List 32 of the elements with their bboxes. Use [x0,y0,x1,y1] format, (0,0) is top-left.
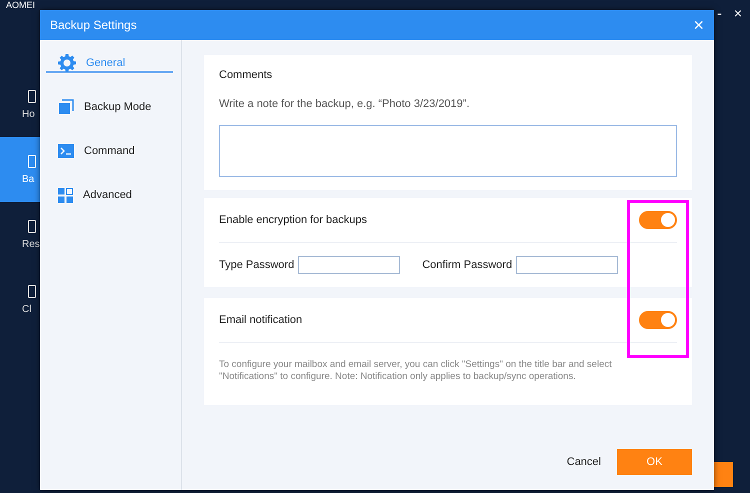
email-label: Email notification [219,314,302,326]
password-label: Confirm Password [422,259,512,271]
button-fragment[interactable] [714,462,733,487]
grid-icon [58,188,73,202]
cancel-button[interactable]: Cancel [564,450,603,474]
toggle-switch[interactable] [639,211,677,229]
settings-tab[interactable]: Advanced [46,187,173,205]
comments-hint: Write a note for the backup, e.g. “Photo 3/23/2019”. [219,98,471,110]
settings-tab[interactable]: Backup Mode [46,99,173,117]
nav-icon [28,220,36,232]
comment-field[interactable] [219,125,677,177]
app-nav-item[interactable]: Res [0,202,40,267]
comments-heading: Comments [219,69,274,81]
encryption-label: Enable encryption for backups [219,214,367,226]
nav-icon [28,284,36,298]
terminal-icon [58,144,74,158]
password-field[interactable] [516,256,618,274]
password-field[interactable] [298,256,400,274]
toggle-switch[interactable] [639,311,677,329]
close-button[interactable]: × [734,6,742,20]
stacked-squares-icon [58,99,74,115]
nav-icon [28,90,36,102]
gear-icon [58,54,76,72]
password-label: Type Password [219,259,294,271]
dialog-title: Backup Settings [50,18,137,32]
app-nav-item[interactable]: Cl [0,267,40,332]
app-title: AOMEI [6,0,36,10]
email-note: To configure your mailbox and email server, you can click "Settings" on the title bar and select "Notifications" to configure. Note: Notification only applies to backup/sync operations. [219,358,613,384]
settings-tab[interactable]: Command [46,143,173,161]
minimize-button[interactable]: - [717,6,722,20]
app-nav-item[interactable]: Ho [0,72,40,137]
nav-icon [28,154,36,168]
